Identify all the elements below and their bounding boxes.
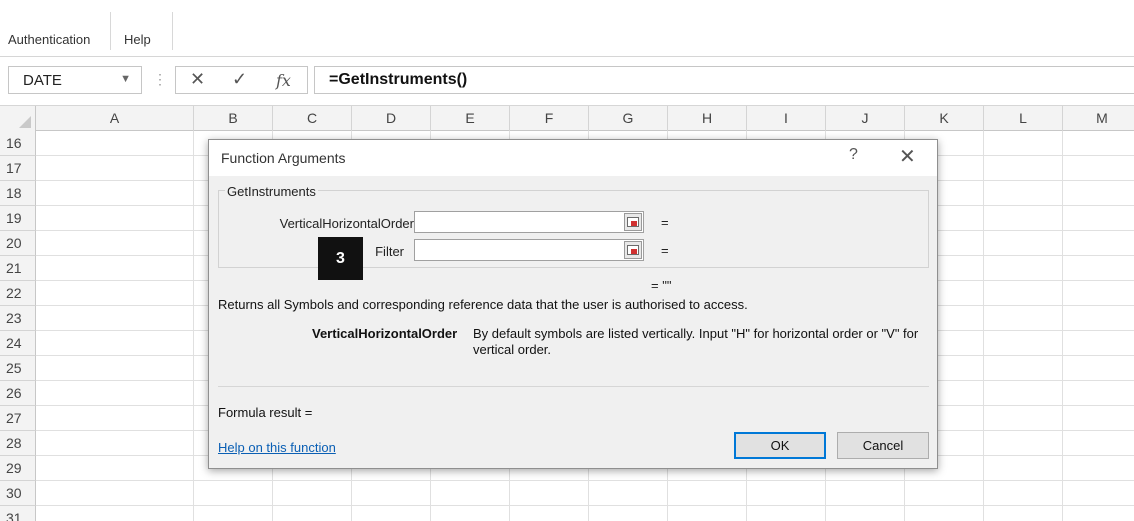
dialog-titlebar[interactable]: Function Arguments ? ✕ xyxy=(209,140,937,176)
dialog-divider xyxy=(218,386,929,387)
formula-text: =GetInstruments() xyxy=(329,71,468,88)
row-header-18[interactable]: 18 xyxy=(0,181,36,206)
formula-result-label: Formula result = xyxy=(218,405,313,420)
row-header-27[interactable]: 27 xyxy=(0,406,36,431)
ribbon-separator xyxy=(172,12,173,50)
formula-bar: DATE ▼ ⋮ ✕ ✓ fx =GetInstruments() xyxy=(0,57,1134,103)
column-header-f[interactable]: F xyxy=(510,106,589,131)
row-header-17[interactable]: 17 xyxy=(0,156,36,181)
selected-parameter-help: By default symbols are listed vertically… xyxy=(473,326,919,357)
argument-equals: = xyxy=(661,215,669,230)
argument-equals: = xyxy=(661,243,669,258)
column-header-g[interactable]: G xyxy=(589,106,668,131)
column-header-d[interactable]: D xyxy=(352,106,431,131)
resize-handle-icon[interactable]: ⋮ xyxy=(153,71,167,88)
row-header-28[interactable]: 28 xyxy=(0,431,36,456)
cancel-button[interactable]: Cancel xyxy=(837,432,929,459)
row-header-23[interactable]: 23 xyxy=(0,306,36,331)
function-description: Returns all Symbols and corresponding re… xyxy=(218,297,748,312)
enter-formula-icon[interactable]: ✓ xyxy=(232,69,247,90)
argument-label-verticalhorizontalorder: VerticalHorizontalOrder xyxy=(279,216,414,231)
gridline xyxy=(193,131,194,521)
ribbon-separator xyxy=(110,12,111,50)
row-header-29[interactable]: 29 xyxy=(0,456,36,481)
row-header-26[interactable]: 26 xyxy=(0,381,36,406)
help-on-function-link[interactable]: Help on this function xyxy=(218,440,336,455)
name-box[interactable]: DATE ▼ xyxy=(8,66,142,94)
row-header-16[interactable]: 16 xyxy=(0,131,36,156)
selected-parameter-name: VerticalHorizontalOrder xyxy=(312,326,458,341)
row-header-30[interactable]: 30 xyxy=(0,481,36,506)
column-header-m[interactable]: M xyxy=(1063,106,1134,131)
row-header-31[interactable]: 31 xyxy=(0,506,36,521)
column-header-j[interactable]: J xyxy=(826,106,905,131)
function-name-label: GetInstruments xyxy=(225,184,318,199)
ok-button[interactable]: OK xyxy=(734,432,826,459)
row-header-21[interactable]: 21 xyxy=(0,256,36,281)
chevron-down-icon[interactable]: ▼ xyxy=(120,73,131,85)
column-header-h[interactable]: H xyxy=(668,106,747,131)
select-all-icon xyxy=(19,116,31,128)
range-picker-arrow-icon xyxy=(631,249,637,254)
column-header-i[interactable]: I xyxy=(747,106,826,131)
range-picker-icon[interactable] xyxy=(624,241,642,259)
name-box-value: DATE xyxy=(23,72,62,89)
column-header-a[interactable]: A xyxy=(36,106,194,131)
cancel-formula-icon[interactable]: ✕ xyxy=(190,69,205,90)
insert-function-icon[interactable]: fx xyxy=(276,71,291,90)
column-header-b[interactable]: B xyxy=(194,106,273,131)
row-header-22[interactable]: 22 xyxy=(0,281,36,306)
ribbon-tab-bar: Authentication Help xyxy=(0,0,1134,57)
argument-label-filter: Filter xyxy=(375,244,404,259)
tab-authentication[interactable]: Authentication xyxy=(8,30,90,50)
excel-window: Authentication Help DATE ▼ ⋮ ✕ ✓ fx =Get… xyxy=(0,0,1134,521)
column-header-e[interactable]: E xyxy=(431,106,510,131)
row-header-19[interactable]: 19 xyxy=(0,206,36,231)
gridline xyxy=(1062,131,1063,521)
row-header-24[interactable]: 24 xyxy=(0,331,36,356)
range-picker-icon[interactable] xyxy=(624,213,642,231)
column-header-l[interactable]: L xyxy=(984,106,1063,131)
formula-buttons: ✕ ✓ fx xyxy=(175,66,308,94)
argument-input-filter[interactable] xyxy=(414,239,644,261)
gridline xyxy=(36,505,1134,506)
close-icon[interactable]: ✕ xyxy=(899,144,916,169)
function-result-preview: = "" xyxy=(651,278,672,293)
step-number-badge: 3 xyxy=(318,237,363,280)
range-picker-arrow-icon xyxy=(631,221,637,226)
help-icon[interactable]: ? xyxy=(849,146,858,164)
dialog-title: Function Arguments xyxy=(221,150,346,166)
row-header-25[interactable]: 25 xyxy=(0,356,36,381)
gridline xyxy=(983,131,984,521)
argument-input-verticalhorizontalorder[interactable] xyxy=(414,211,644,233)
column-header-k[interactable]: K xyxy=(905,106,984,131)
select-all-corner[interactable] xyxy=(0,106,36,131)
tab-help[interactable]: Help xyxy=(124,30,151,50)
formula-input[interactable]: =GetInstruments() xyxy=(314,66,1134,94)
gridline xyxy=(36,480,1134,481)
function-arguments-dialog: Function Arguments ? ✕ GetInstruments Ve… xyxy=(208,139,938,469)
column-header-row: A B C D E F G H I J K L M xyxy=(0,105,1134,131)
row-header-20[interactable]: 20 xyxy=(0,231,36,256)
column-header-c[interactable]: C xyxy=(273,106,352,131)
